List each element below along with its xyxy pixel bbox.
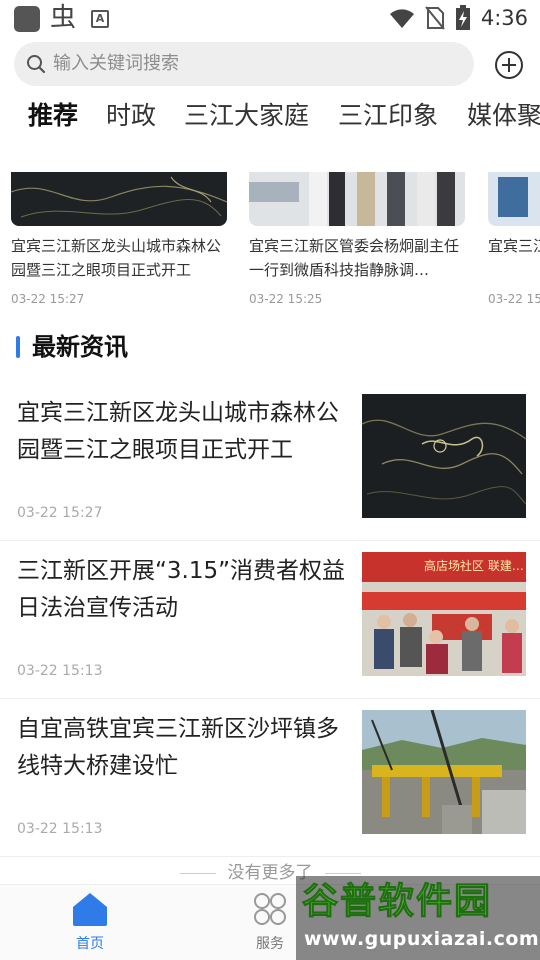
news-title: 宜宾三江新区龙头山城市森林公园暨三江之眼项目正式开工 [17,400,339,463]
divider-line [324,872,361,874]
featured-carousel: 宜宾三江新区龙头山城市森林公园暨三江之眼项目正式开工 03-22 15:27 宜… [0,172,540,312]
news-thumbnail: 高店场社区 联建… [362,552,526,676]
tab-media[interactable]: 媒体聚 [467,96,540,136]
card-time: 03-22 15:2 [488,292,540,306]
news-title: 三江新区开展“3.15”消费者权益日法治宣传活动 [17,558,346,621]
search-placeholder: 输入关键词搜索 [53,53,179,74]
battery-charging-icon [455,5,470,30]
app-square-icon [14,6,40,32]
card-title: 宜宾三江彬调研 [488,237,540,255]
watermark-url: www.gupuxiazai.com [304,928,540,950]
featured-card[interactable]: 宜宾三江新区管委会杨炯副主任一行到微盾科技指静脉调… 03-22 15:25 [249,172,465,306]
news-time: 03-22 15:27 [17,505,103,521]
nav-home[interactable]: 首页 [50,891,130,953]
news-thumbnail [362,710,526,834]
news-banner-text: 高店场社区 联建… [424,558,524,573]
tab-politics[interactable]: 时政 [106,96,156,136]
news-list-item[interactable]: 自宜高铁宜宾三江新区沙坪镇多线特大桥建设忙 03-22 15:13 [0,699,540,857]
bug-icon: 虫 [50,3,77,33]
featured-card[interactable]: 宜宾三江新区龙头山城市森林公园暨三江之眼项目正式开工 03-22 15:27 [11,172,227,306]
featured-card[interactable]: 宜宾三江彬调研 03-22 15:2 [488,172,540,306]
card-title: 宜宾三江新区龙头山城市森林公园暨三江之眼项目正式开工 [11,237,222,279]
search-icon [27,55,46,74]
news-list-item[interactable]: 宜宾三江新区龙头山城市森林公园暨三江之眼项目正式开工 03-22 15:27 [0,383,540,541]
card-thumbnail [11,172,227,226]
news-time: 03-22 15:13 [17,663,103,679]
search-input[interactable]: 输入关键词搜索 [14,42,474,86]
home-icon [73,893,107,926]
add-circle-icon[interactable] [494,50,524,80]
card-title: 宜宾三江新区管委会杨炯副主任一行到微盾科技指静脉调… [249,237,460,279]
watermark-logo: 谷普软件园 www.gupuxiazai.com [296,876,540,960]
news-list-item[interactable]: 三江新区开展“3.15”消费者权益日法治宣传活动 03-22 15:13 高店场… [0,541,540,699]
news-thumbnail [362,394,526,518]
card-time: 03-22 15:25 [249,292,323,306]
card-time: 03-22 15:27 [11,292,85,306]
section-accent-bar [16,336,20,358]
wifi-icon [389,9,414,28]
card-thumbnail [249,172,465,226]
category-tabs: 推荐 时政 三江大家庭 三江印象 媒体聚 [0,96,540,140]
font-a-icon: A [91,10,109,28]
tab-recommend[interactable]: 推荐 [28,96,78,136]
status-bar: 虫 A 4:36 [0,0,540,36]
section-title: 最新资讯 [32,333,128,361]
card-thumbnail [488,172,540,226]
tab-sanjiang-impression[interactable]: 三江印象 [338,96,438,136]
news-title: 自宜高铁宜宾三江新区沙坪镇多线特大桥建设忙 [17,716,339,779]
watermark-brand: 谷普软件园 [301,881,493,923]
nav-home-label: 首页 [76,936,104,952]
divider-line [179,872,216,874]
grid-four-icon [254,893,286,925]
tab-sanjiang-family[interactable]: 三江大家庭 [184,96,309,136]
news-time: 03-22 15:13 [17,821,103,837]
clock-time: 4:36 [480,6,528,30]
no-sim-icon [425,6,445,30]
